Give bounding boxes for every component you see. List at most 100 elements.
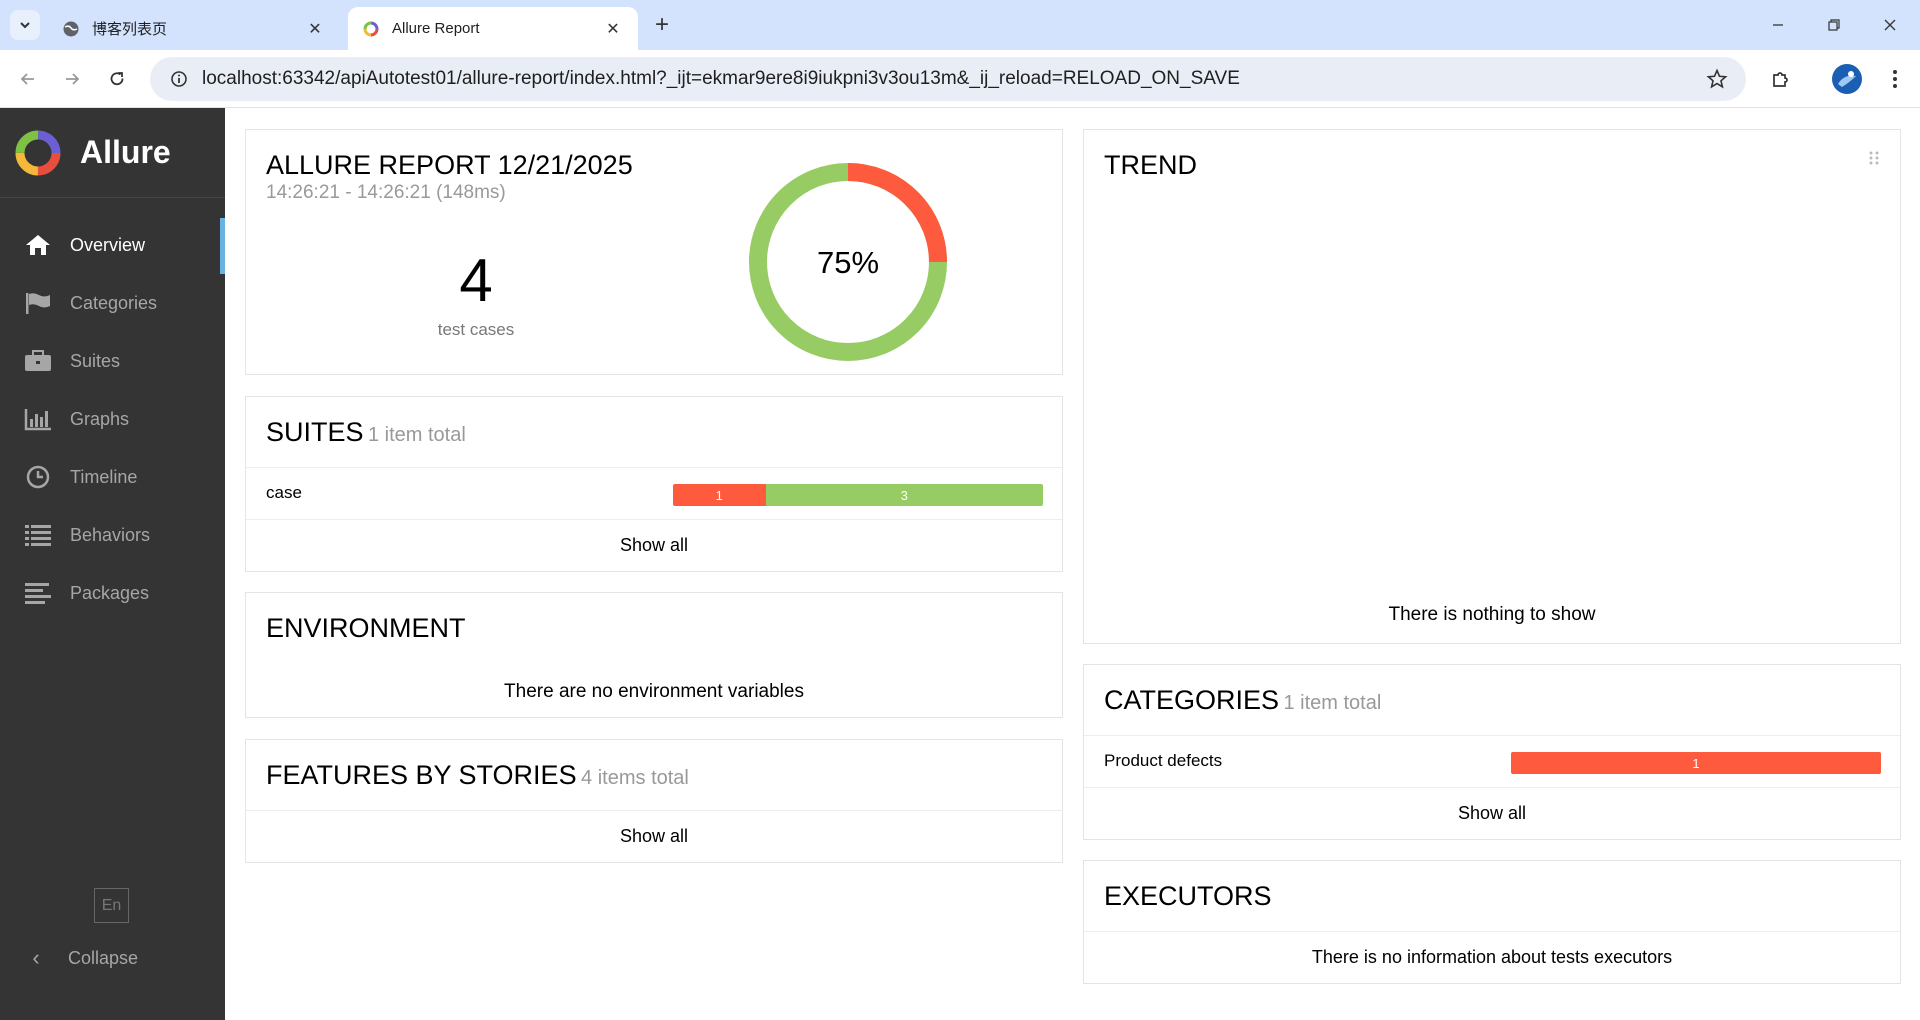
report-time: 14:26:21 - 14:26:21 (148ms) bbox=[266, 182, 506, 203]
brand[interactable]: Allure bbox=[0, 108, 225, 198]
arrow-left-icon bbox=[20, 73, 34, 85]
tab-search-button[interactable] bbox=[10, 10, 40, 40]
profile-avatar[interactable] bbox=[1832, 64, 1862, 94]
trend-widget: TREND There is nothing to show bbox=[1083, 129, 1901, 644]
arrow-right-icon bbox=[66, 73, 80, 85]
reload-icon bbox=[110, 72, 124, 86]
browser-toolbar: localhost:63342/apiAutotest01/allure-rep… bbox=[0, 50, 1920, 108]
drag-handle-icon[interactable] bbox=[1868, 150, 1880, 166]
sidebar-item-label: Behaviors bbox=[70, 524, 151, 545]
chevron-left-icon: ‹ bbox=[32, 945, 40, 970]
sidebar-item-timeline[interactable]: Timeline bbox=[0, 448, 225, 506]
categories-show-all-link[interactable]: Show all bbox=[1084, 803, 1900, 824]
back-button[interactable] bbox=[13, 64, 43, 94]
widget-title: FEATURES BY STORIES bbox=[266, 760, 577, 790]
sidebar-item-packages[interactable]: Packages bbox=[0, 564, 225, 622]
sidebar-item-categories[interactable]: Categories bbox=[0, 274, 225, 332]
collapse-button[interactable]: ‹ Collapse bbox=[24, 936, 138, 980]
reload-button[interactable] bbox=[102, 64, 132, 94]
sidebar-item-label: Packages bbox=[70, 582, 150, 603]
widget-title: TREND bbox=[1104, 150, 1197, 180]
puzzle-icon bbox=[1773, 72, 1788, 87]
globe-icon bbox=[63, 21, 79, 36]
restore-button[interactable] bbox=[1806, 0, 1862, 50]
summary-widget: ALLURE REPORT 12/21/2025 14:26:21 - 14:2… bbox=[245, 129, 1063, 375]
pass-rate-percent: 75% bbox=[816, 245, 880, 280]
category-status-bar[interactable]: 1 bbox=[1511, 752, 1881, 774]
browser-tab-strip: 博客列表页 ✕ Allure Report ✕ + bbox=[0, 0, 1920, 50]
extensions-button[interactable] bbox=[1766, 64, 1796, 94]
allure-logo-icon bbox=[15, 130, 61, 175]
widget-title: ENVIRONMENT bbox=[266, 613, 466, 643]
categories-header: CATEGORIES 1 item total bbox=[1104, 685, 1381, 716]
language-button[interactable]: En bbox=[94, 888, 129, 923]
suites-show-all-link[interactable]: Show all bbox=[246, 535, 1062, 556]
widget-title: EXECUTORS bbox=[1104, 881, 1272, 911]
tab-allure-report[interactable]: Allure Report ✕ bbox=[348, 7, 638, 50]
failed-segment[interactable]: 1 bbox=[1511, 752, 1881, 774]
list-icon bbox=[24, 521, 52, 549]
sidebar-item-graphs[interactable]: Graphs bbox=[0, 390, 225, 448]
forward-button[interactable] bbox=[57, 64, 87, 94]
divider bbox=[1084, 735, 1900, 736]
new-tab-button[interactable]: + bbox=[648, 12, 676, 40]
divider bbox=[1084, 931, 1900, 932]
brand-name: Allure bbox=[80, 134, 171, 170]
suite-status-bar[interactable]: 1 3 bbox=[673, 484, 1043, 506]
close-icon[interactable]: ✕ bbox=[304, 18, 326, 40]
tab-blog-list[interactable]: 博客列表页 ✕ bbox=[48, 7, 340, 50]
features-show-all-link[interactable]: Show all bbox=[246, 826, 1062, 847]
suite-name: case bbox=[266, 483, 302, 502]
url-text[interactable]: localhost:63342/apiAutotest01/allure-rep… bbox=[202, 68, 1240, 90]
tab-title: Allure Report bbox=[392, 20, 480, 37]
bookmark-star-icon[interactable] bbox=[1706, 68, 1728, 95]
item-count: 4 items total bbox=[581, 767, 689, 789]
address-bar[interactable]: localhost:63342/apiAutotest01/allure-rep… bbox=[150, 57, 1746, 101]
site-info-icon[interactable] bbox=[164, 70, 194, 88]
chevron-down-icon bbox=[20, 22, 30, 29]
flag-icon bbox=[24, 289, 52, 317]
divider bbox=[246, 519, 1062, 520]
align-left-icon bbox=[24, 579, 52, 607]
profile-picture-icon bbox=[1833, 65, 1861, 93]
failed-segment[interactable]: 1 bbox=[673, 484, 766, 506]
item-count: 1 item total bbox=[1283, 692, 1382, 714]
category-name: Product defects bbox=[1104, 751, 1223, 770]
suites-widget: SUITES 1 item total case 1 3 Show all bbox=[245, 396, 1063, 572]
trend-empty-message: There is nothing to show bbox=[1388, 604, 1596, 625]
suites-header: SUITES 1 item total bbox=[266, 417, 466, 448]
sidebar-item-label: Suites bbox=[70, 350, 121, 371]
close-icon bbox=[1884, 19, 1896, 31]
divider bbox=[246, 467, 1062, 468]
passed-segment[interactable]: 3 bbox=[765, 484, 1043, 506]
features-header: FEATURES BY STORIES 4 items total bbox=[266, 760, 689, 791]
sidebar-item-label: Overview bbox=[70, 234, 146, 255]
sidebar-menu: Overview Categories Suites Graphs Timeli… bbox=[0, 216, 225, 622]
test-case-count: 4 bbox=[459, 247, 493, 314]
clock-icon bbox=[24, 463, 52, 491]
widget-title: SUITES bbox=[266, 417, 364, 447]
collapse-label: Collapse bbox=[68, 947, 139, 968]
categories-widget: CATEGORIES 1 item total Product defects … bbox=[1083, 664, 1901, 840]
sidebar-item-overview[interactable]: Overview bbox=[0, 216, 225, 274]
close-window-button[interactable] bbox=[1862, 0, 1918, 50]
executors-empty-message: There is no information about tests exec… bbox=[1311, 947, 1673, 967]
sidebar-item-behaviors[interactable]: Behaviors bbox=[0, 506, 225, 564]
widget-title: CATEGORIES bbox=[1104, 685, 1280, 715]
report-title: ALLURE REPORT 12/21/2025 bbox=[266, 150, 633, 180]
item-count: 1 item total bbox=[367, 424, 466, 446]
allure-sidebar: Allure Overview Categories Suites Graphs bbox=[0, 108, 225, 1020]
kebab-menu-icon bbox=[1893, 70, 1897, 88]
briefcase-icon bbox=[24, 347, 52, 375]
browser-menu-button[interactable] bbox=[1880, 64, 1910, 94]
executors-widget: EXECUTORS There is no information about … bbox=[1083, 860, 1901, 984]
environment-empty-message: There are no environment variables bbox=[504, 681, 804, 702]
bar-chart-icon bbox=[24, 405, 52, 433]
environment-widget: ENVIRONMENT There are no environment var… bbox=[245, 592, 1063, 718]
tab-title: 博客列表页 bbox=[92, 21, 168, 38]
close-icon[interactable]: ✕ bbox=[602, 18, 624, 40]
sidebar-item-suites[interactable]: Suites bbox=[0, 332, 225, 390]
minimize-button[interactable] bbox=[1750, 0, 1806, 50]
restore-icon bbox=[1828, 19, 1840, 31]
allure-logo-icon bbox=[363, 21, 379, 36]
